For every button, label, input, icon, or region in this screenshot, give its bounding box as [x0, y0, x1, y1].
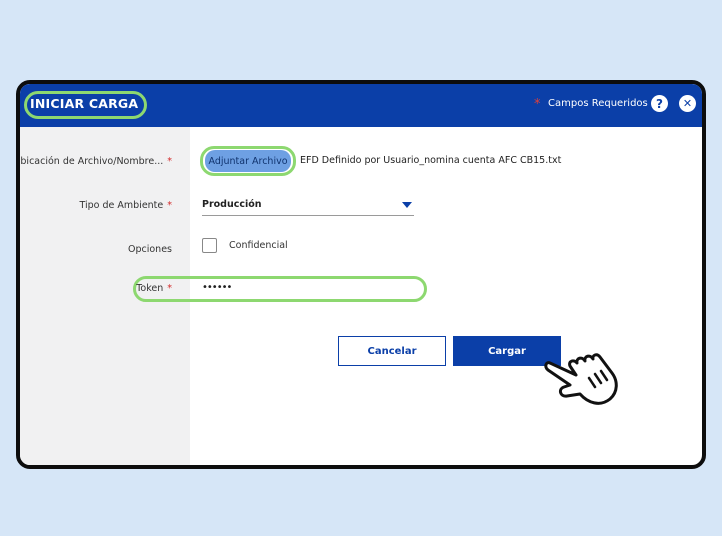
dialog-title: INICIAR CARGA	[30, 96, 139, 111]
environment-select[interactable]: Producción	[202, 193, 414, 216]
environment-label-text: Tipo de Ambiente	[79, 200, 164, 211]
options-label-text: Opciones	[128, 244, 172, 255]
environment-selected-value: Producción	[202, 199, 262, 210]
environment-label: Tipo de Ambiente *	[79, 200, 172, 211]
caret-down-icon	[402, 202, 412, 208]
required-asterisk: *	[534, 97, 541, 112]
file-location-label-text: Ubicación de Archivo/Nombre...	[16, 156, 164, 167]
token-label: Token *	[136, 283, 172, 294]
confidential-label: Confidencial	[229, 240, 288, 251]
required-marker: *	[167, 200, 172, 211]
required-marker: *	[167, 283, 172, 294]
pointer-hand-icon	[544, 353, 618, 405]
dialog-header: INICIAR CARGA * Campos Requeridos ? ✕	[20, 84, 702, 127]
confidential-checkbox[interactable]	[202, 238, 217, 253]
attach-file-button[interactable]: Adjuntar Archivo	[205, 150, 291, 172]
options-label: Opciones	[128, 244, 172, 255]
file-location-label: Ubicación de Archivo/Nombre... *	[16, 156, 172, 167]
token-input[interactable]: ••••••	[202, 280, 402, 296]
required-marker: *	[167, 156, 172, 167]
close-icon[interactable]: ✕	[679, 95, 696, 112]
required-fields-note: Campos Requeridos	[548, 98, 648, 109]
token-label-text: Token	[136, 283, 164, 294]
help-icon[interactable]: ?	[651, 95, 668, 112]
cancel-button[interactable]: Cancelar	[338, 336, 446, 366]
attached-file-name: EFD Definido por Usuario_nomina cuenta A…	[300, 155, 562, 166]
